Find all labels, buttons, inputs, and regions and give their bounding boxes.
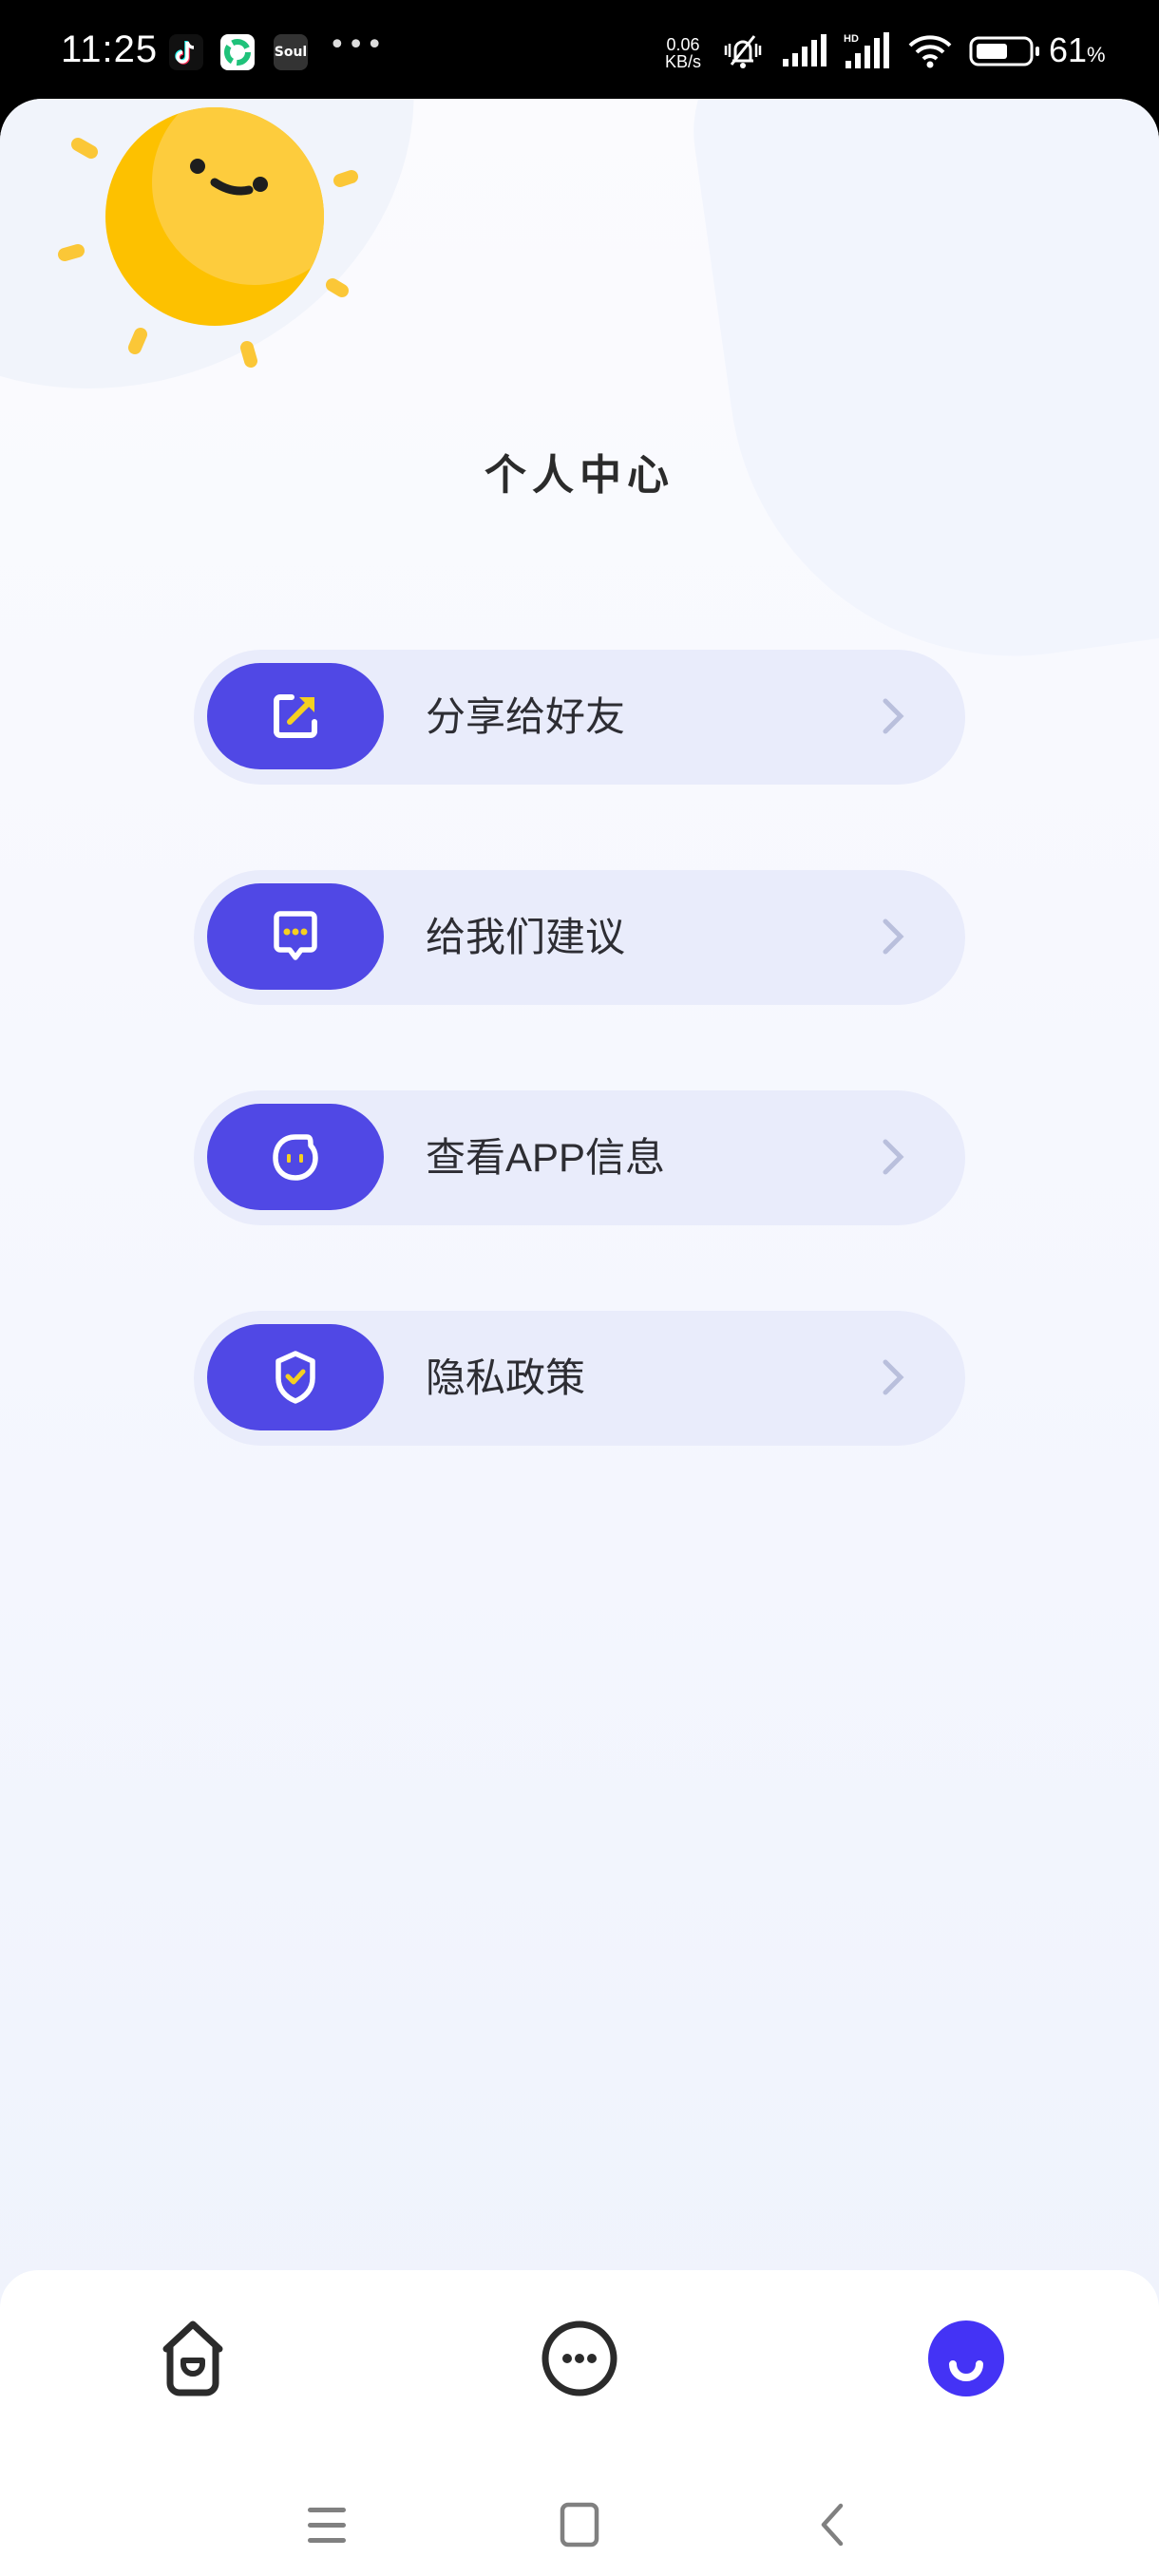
home-square-icon [560,2502,599,2548]
menu-item-share[interactable]: 分享给好友 [194,650,965,785]
muted-bell-icon [720,32,766,74]
chevron-right-icon [883,919,904,955]
more-circle-icon [542,2320,618,2396]
menu-item-label: 分享给好友 [426,694,626,739]
hd-signal-strength-icon: HD [844,32,891,74]
tab-more[interactable] [537,2316,622,2401]
chevron-right-icon [883,1139,904,1175]
network-speed-value: 0.06 [666,35,700,54]
privacy-shield-icon [276,1351,315,1404]
system-icons: HD [720,32,1041,74]
battery-percent: 61% [1049,30,1106,70]
status-bar: 11:25 Soul ••• 0.06 KB/s HD 61% [0,0,1159,99]
tiktok-notification-icon [169,34,203,70]
menu-item-privacy-policy[interactable]: 隐私政策 [194,1311,965,1446]
chevron-right-icon [883,698,904,734]
back-button[interactable] [804,2496,861,2553]
svg-text:HD: HD [844,33,859,45]
recent-apps-button[interactable] [298,2496,355,2553]
battery-percent-value: 61 [1049,30,1088,69]
home-icon [162,2320,223,2396]
menu-icon-badge [207,883,384,990]
app-info-icon [273,1134,318,1181]
profile-menu: 分享给好友 给我们建议 查看APP信息 隐私政策 [194,650,965,1531]
feedback-icon [274,911,317,960]
soul-notification-icon: Soul [274,34,308,70]
tab-home[interactable] [150,2316,236,2401]
signal-strength-icon [781,34,828,72]
network-speed-unit: KB/s [665,52,702,71]
sun-mascot-illustration [58,107,358,368]
menu-icon-badge [207,663,384,769]
page-title: 个人中心 [484,451,674,500]
smile-profile-icon [928,2320,1004,2396]
chevron-right-icon [883,1359,904,1395]
home-button[interactable] [551,2496,608,2553]
menu-item-label: 查看APP信息 [426,1135,666,1180]
recent-apps-icon [308,2508,346,2543]
wifi-icon [906,32,954,74]
network-speed: 0.06 KB/s [665,36,701,70]
more-notifications-indicator: ••• [329,28,386,62]
share-icon [274,694,317,738]
background-decoration-right [678,99,1159,693]
battery-icon [969,32,1041,74]
menu-icon-badge [207,1104,384,1210]
menu-item-label: 隐私政策 [426,1355,586,1400]
tab-me[interactable] [923,2316,1009,2401]
green-app-notification-icon [220,34,255,70]
menu-item-app-info[interactable]: 查看APP信息 [194,1090,965,1225]
menu-icon-badge [207,1324,384,1430]
battery-fill [977,44,1007,59]
back-arrow-icon [821,2503,844,2547]
bottom-tab-bar [0,2270,1159,2576]
status-time: 11:25 [61,28,159,70]
profile-screen: 个人中心 分享给好友 给我们建议 查看APP信息 隐私政策 [0,99,1159,2576]
system-navigation-bar [0,2479,1159,2574]
menu-item-feedback[interactable]: 给我们建议 [194,870,965,1005]
menu-item-label: 给我们建议 [426,915,626,959]
battery-percent-symbol: % [1087,43,1106,66]
